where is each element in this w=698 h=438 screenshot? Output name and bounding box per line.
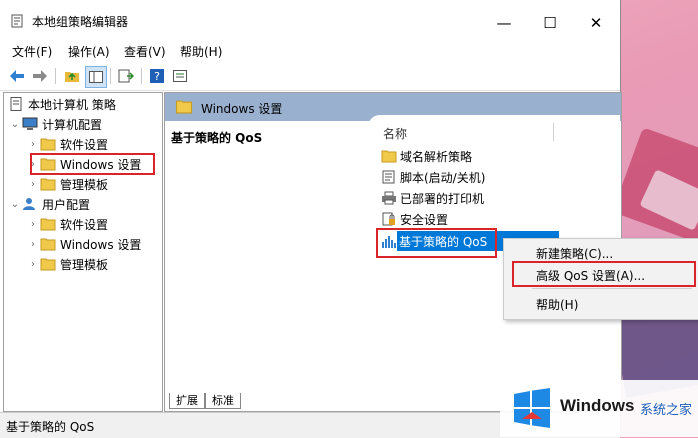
printer-icon [382, 191, 396, 205]
folder-icon [40, 138, 56, 151]
close-button[interactable]: ✕ [573, 8, 619, 38]
gpedit-window: 本地组策略编辑器 — ☐ ✕ 文件(F) 操作(A) 查看(V) 帮助(H) ? [0, 0, 622, 438]
highlight-box [30, 153, 155, 175]
tab-standard[interactable]: 标准 [205, 393, 241, 409]
folder-icon [175, 100, 193, 114]
menu-view[interactable]: 查看(V) [124, 43, 166, 60]
menu-action[interactable]: 操作(A) [68, 43, 110, 60]
folder-icon [40, 178, 56, 191]
policy-editor-icon [11, 14, 23, 28]
tree-user-config[interactable]: ⌄ 用户配置 [8, 195, 90, 213]
chevron-right-icon[interactable]: › [26, 219, 40, 230]
list-item-label: 已部署的打印机 [400, 191, 485, 206]
tree-root[interactable]: 本地计算机 策略 [8, 95, 116, 113]
list-item-label: 脚本(启动/关机) [400, 170, 486, 185]
folder-icon [381, 150, 397, 163]
forward-icon[interactable] [30, 66, 50, 86]
toolbar: ? [0, 62, 620, 91]
tree-item[interactable]: › 管理模板 [26, 255, 108, 273]
list-item[interactable]: 已部署的打印机 [381, 188, 484, 208]
ctx-help[interactable]: 帮助(H) [536, 296, 578, 313]
view-tabs: 扩展 标准 [169, 393, 241, 409]
tree-label: 管理模板 [60, 177, 109, 192]
tree-item[interactable]: › 软件设置 [26, 135, 108, 153]
title-bar: 本地组策略编辑器 — ☐ ✕ [0, 0, 620, 40]
computer-icon [22, 117, 38, 130]
help-icon[interactable]: ? [147, 66, 167, 86]
tree-item[interactable]: › Windows 设置 [26, 235, 141, 253]
chevron-right-icon[interactable]: › [26, 259, 40, 270]
policy-doc-icon [10, 97, 22, 111]
watermark-site: 系统之家 [640, 403, 693, 418]
chevron-right-icon[interactable]: › [26, 239, 40, 250]
chevron-down-icon[interactable]: ⌄ [8, 199, 22, 210]
chevron-down-icon[interactable]: ⌄ [8, 119, 22, 130]
show-tree-icon[interactable] [85, 66, 107, 88]
list-item-label: 安全设置 [400, 212, 449, 227]
tree-label: 计算机配置 [42, 117, 103, 132]
minimize-button[interactable]: — [481, 8, 527, 38]
column-header-name[interactable]: 名称 [383, 125, 407, 142]
svg-text:?: ? [154, 70, 160, 83]
windows-logo-icon [514, 388, 550, 428]
list-item[interactable]: 脚本(启动/关机) [381, 167, 485, 187]
back-icon[interactable] [7, 66, 27, 86]
status-text: 基于策略的 QoS [6, 420, 95, 434]
list-item-label: 域名解析策略 [400, 149, 473, 164]
tree-item[interactable]: › 软件设置 [26, 215, 108, 233]
chevron-right-icon[interactable]: › [26, 139, 40, 150]
export-list-icon[interactable] [116, 66, 136, 86]
tab-extended[interactable]: 扩展 [169, 393, 205, 409]
tree-label: 软件设置 [60, 217, 109, 232]
tree-label: 管理模板 [60, 257, 109, 272]
security-icon [382, 212, 395, 226]
chevron-right-icon[interactable]: › [26, 179, 40, 190]
window-title: 本地组策略编辑器 [32, 15, 129, 29]
tree-label: 本地计算机 策略 [28, 97, 116, 112]
list-item[interactable]: 域名解析策略 [381, 146, 472, 166]
tree-pane: 本地计算机 策略 ⌄ 计算机配置 › 软件设置 › Windows 设置 › 管… [3, 92, 163, 412]
up-folder-icon[interactable] [62, 66, 82, 86]
menu-file[interactable]: 文件(F) [12, 43, 52, 60]
tree-label: 软件设置 [60, 137, 109, 152]
tree-label: Windows 设置 [60, 237, 142, 252]
properties-icon[interactable] [170, 66, 190, 86]
watermark: Windows 系统之家 [500, 380, 698, 437]
menu-help[interactable]: 帮助(H) [180, 43, 222, 60]
tree-computer-config[interactable]: ⌄ 计算机配置 [8, 115, 102, 133]
tree-item[interactable]: › 管理模板 [26, 175, 108, 193]
pane-header-title: Windows 设置 [201, 102, 283, 116]
script-icon [382, 170, 395, 184]
menu-bar: 文件(F) 操作(A) 查看(V) 帮助(H) [0, 40, 620, 62]
watermark-brand: Windows [560, 396, 635, 415]
folder-icon [40, 218, 56, 231]
folder-icon [40, 238, 56, 251]
highlight-box [512, 261, 696, 287]
ctx-new-policy[interactable]: 新建策略(C)... [536, 245, 613, 262]
maximize-button[interactable]: ☐ [527, 8, 573, 38]
list-item[interactable]: 安全设置 [381, 209, 448, 229]
context-menu: 新建策略(C)... 高级 QoS 设置(A)... 帮助(H) [503, 238, 698, 320]
user-icon [23, 198, 35, 210]
highlight-box [376, 228, 497, 258]
description-title: 基于策略的 QoS [171, 131, 263, 145]
tree-label: 用户配置 [42, 197, 91, 212]
folder-icon [40, 258, 56, 271]
